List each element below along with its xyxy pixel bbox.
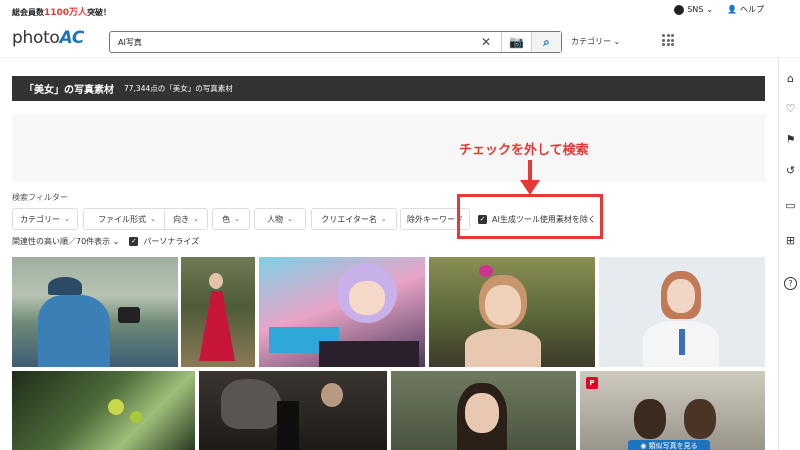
annotation-highlight-box bbox=[457, 194, 603, 239]
photo-thumbnail[interactable] bbox=[199, 371, 387, 450]
logo-ac: AC bbox=[59, 28, 85, 48]
logo-photo: photo bbox=[12, 28, 60, 48]
personalize-label: パーソナライズ bbox=[143, 237, 200, 246]
search-input[interactable] bbox=[110, 32, 471, 52]
chevron-down-icon: ⌄ bbox=[287, 215, 293, 223]
page-title-bar: 「美女」の写真素材 77,344点の「美女」の写真素材 bbox=[12, 76, 765, 101]
user-icon: 👤 bbox=[727, 5, 737, 14]
header: photoAC ✕ 📷 ⌕ カテゴリー ⌄ bbox=[0, 22, 800, 58]
sns-menu[interactable]: SNS ⌄ bbox=[674, 4, 714, 15]
help-label: ヘルプ bbox=[740, 5, 764, 14]
folder-icon[interactable]: ▭ bbox=[784, 199, 797, 212]
sns-label: SNS bbox=[687, 5, 704, 14]
personalize-checkbox[interactable]: ✓ パーソナライズ bbox=[129, 236, 199, 247]
search-icon[interactable]: ⌕ bbox=[531, 32, 561, 52]
chevron-down-icon: ⌄ bbox=[150, 215, 156, 223]
chevron-down-icon: ⌄ bbox=[64, 215, 70, 223]
checkbox-checked-icon: ✓ bbox=[129, 237, 139, 246]
ad-area bbox=[12, 114, 765, 182]
annotation-arrow-icon bbox=[520, 160, 540, 195]
clear-icon[interactable]: ✕ bbox=[471, 32, 501, 52]
apps-grid-icon[interactable] bbox=[662, 34, 674, 46]
chevron-down-icon: ⌄ bbox=[380, 215, 387, 223]
similar-photos-button[interactable]: ◉ 類似写真を見る bbox=[628, 440, 710, 450]
filter-creator[interactable]: クリエイター名 ⌄ bbox=[311, 208, 397, 230]
photo-thumbnail[interactable] bbox=[12, 257, 178, 367]
photo-thumbnail[interactable] bbox=[429, 257, 595, 367]
filter-file-format[interactable]: ファイル形式 ⌄ bbox=[83, 208, 171, 230]
photo-thumbnail[interactable] bbox=[259, 257, 425, 367]
filter-people[interactable]: 人物 ⌄ bbox=[254, 208, 306, 230]
history-icon[interactable]: ↺ bbox=[784, 164, 797, 177]
photo-thumbnail[interactable] bbox=[181, 257, 255, 367]
chat-icon bbox=[674, 4, 685, 15]
filter-orientation[interactable]: 向き ⌄ bbox=[164, 208, 208, 230]
chevron-down-icon: ⌄ bbox=[234, 215, 240, 223]
annotation-text: チェックを外して検索 bbox=[459, 143, 589, 158]
member-count: 1100万人 bbox=[44, 8, 88, 18]
photo-thumbnail[interactable] bbox=[599, 257, 765, 367]
photo-thumbnail[interactable]: P ◉ 類似写真を見る bbox=[580, 371, 765, 450]
filter-color[interactable]: 色 ⌄ bbox=[212, 208, 250, 230]
photo-thumbnail[interactable] bbox=[391, 371, 576, 450]
member-suffix: 突破！ bbox=[87, 8, 112, 17]
bookmark-icon[interactable]: ⚑ bbox=[784, 133, 797, 146]
chevron-down-icon: ⌄ bbox=[193, 215, 199, 223]
category-dropdown[interactable]: カテゴリー ⌄ bbox=[571, 36, 620, 47]
right-rail: ⌂ ♡ ⚑ ↺ ▭ ⊞ ? bbox=[778, 58, 800, 450]
camera-icon[interactable]: 📷 bbox=[501, 32, 531, 52]
top-strip: 総会員数1100万人突破！ SNS ⌄ 👤 ヘルプ bbox=[0, 0, 800, 22]
help-icon[interactable]: ? bbox=[784, 277, 797, 290]
pinterest-icon[interactable]: P bbox=[586, 377, 598, 389]
sort-row: 関連性の高い順／70件表示 ⌄ ✓ パーソナライズ bbox=[12, 236, 199, 247]
search-bar: ✕ 📷 ⌕ bbox=[109, 31, 562, 53]
member-prefix: 総会員数 bbox=[12, 8, 44, 17]
page-title: 「美女」の写真素材 bbox=[24, 85, 114, 96]
heart-icon[interactable]: ♡ bbox=[784, 102, 797, 115]
member-count-banner: 総会員数1100万人突破！ bbox=[12, 5, 111, 18]
filter-section-label: 検索フィルター bbox=[12, 193, 68, 202]
result-count: 77,344点の「美女」の写真素材 bbox=[124, 84, 233, 93]
sort-dropdown[interactable]: 関連性の高い順／70件表示 ⌄ bbox=[12, 236, 119, 247]
help-link[interactable]: 👤 ヘルプ bbox=[727, 4, 764, 15]
chevron-down-icon: ⌄ bbox=[706, 5, 714, 14]
home-icon[interactable]: ⌂ bbox=[784, 72, 797, 85]
filter-category[interactable]: カテゴリー ⌄ bbox=[12, 208, 78, 230]
folder-add-icon[interactable]: ⊞ bbox=[784, 234, 797, 247]
site-logo[interactable]: photoAC bbox=[12, 28, 84, 48]
photo-thumbnail[interactable] bbox=[12, 371, 195, 450]
